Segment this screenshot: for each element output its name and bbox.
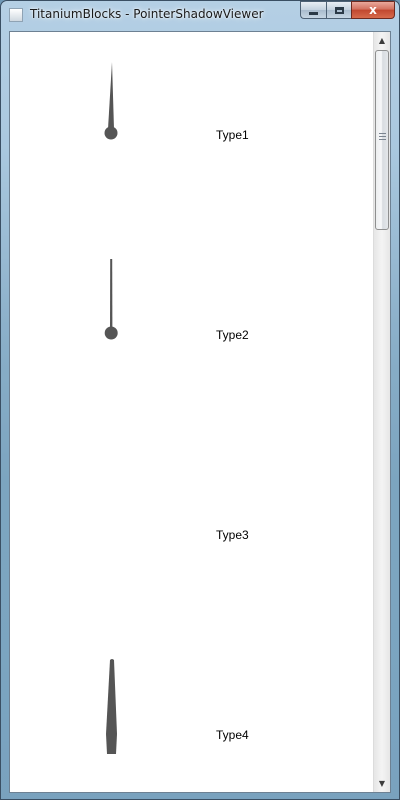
title-bar[interactable]: TitaniumBlocks - PointerShadowViewer x (1, 1, 399, 31)
minimize-button[interactable] (300, 1, 326, 19)
pointer-label: Type1 (216, 128, 249, 142)
pointer-row-type2: Type2 (10, 232, 375, 432)
scroll-down-icon: ▼ (378, 779, 386, 788)
pointer-row-type3: Type3 (10, 432, 375, 632)
close-icon: x (369, 3, 377, 17)
maximize-icon (334, 6, 344, 14)
scroll-down-button[interactable]: ▼ (374, 775, 390, 792)
pointer-label: Type4 (216, 728, 249, 742)
minimize-icon (309, 11, 318, 15)
caption-buttons: x (300, 1, 395, 20)
pointer-row-type1: Type1 (10, 32, 375, 232)
viewer-content[interactable]: Type1 Type2 Type3 Type4 ▲ ▼ (9, 31, 391, 793)
close-button[interactable]: x (351, 1, 395, 19)
vertical-scrollbar[interactable]: ▲ ▼ (373, 32, 390, 792)
maximize-button[interactable] (326, 1, 351, 19)
app-icon[interactable] (9, 8, 23, 22)
window-title: TitaniumBlocks - PointerShadowViewer (30, 7, 264, 21)
pointer-label: Type3 (216, 528, 249, 542)
pointer-row-type4: Type4 (10, 632, 375, 792)
pointer-label: Type2 (216, 328, 249, 342)
pointer-type4-icon (106, 659, 117, 754)
pointer-type2-icon (104, 259, 118, 340)
pointer-type1-icon (104, 62, 118, 140)
scroll-up-button[interactable]: ▲ (374, 32, 390, 49)
scroll-up-icon: ▲ (378, 36, 386, 45)
grip-icon (379, 133, 386, 141)
app-window: TitaniumBlocks - PointerShadowViewer x T… (0, 0, 400, 800)
scroll-thumb[interactable] (375, 50, 389, 230)
